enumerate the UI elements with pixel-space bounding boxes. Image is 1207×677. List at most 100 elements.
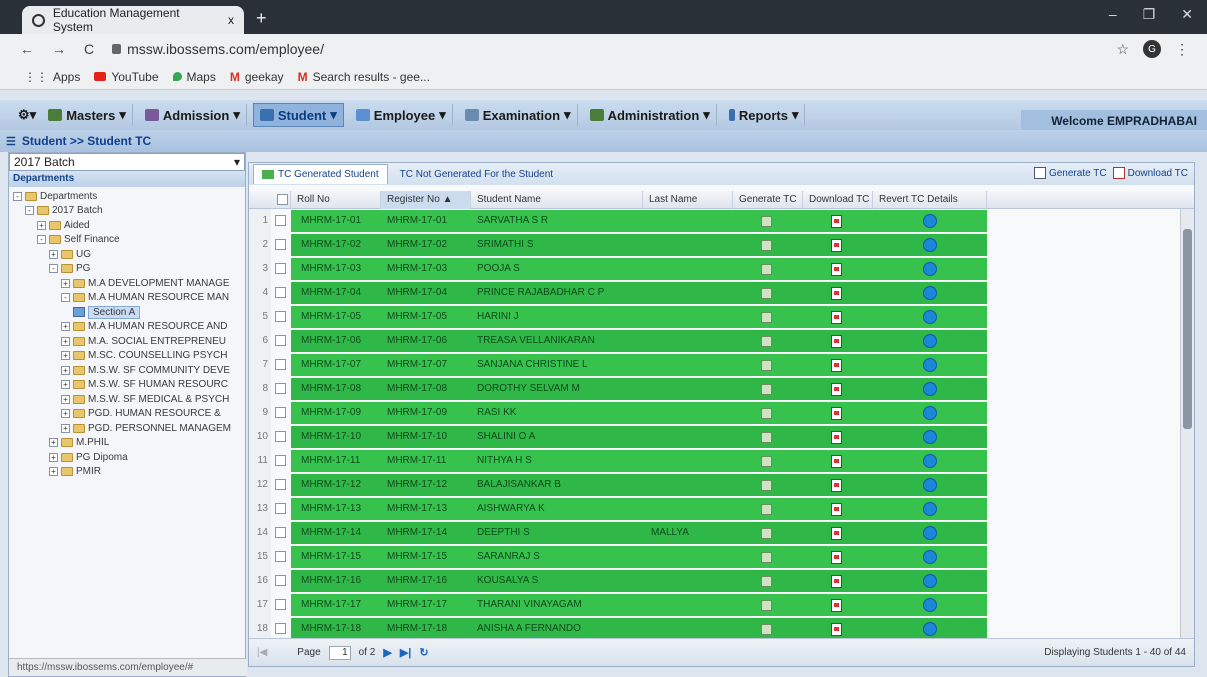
revert-tc-icon[interactable] [923, 286, 937, 300]
back-icon[interactable]: ← [20, 41, 34, 57]
col-roll-no[interactable]: Roll No [291, 191, 381, 209]
col-generate-tc[interactable]: Generate TC [733, 191, 803, 209]
menu-examination[interactable]: Examination ▾ [459, 104, 578, 126]
generate-tc-icon[interactable] [761, 504, 772, 515]
col-last-name[interactable]: Last Name [643, 191, 733, 209]
generate-tc-icon[interactable] [761, 552, 772, 563]
tree-node[interactable]: + PGD. PERSONNEL MANAGEM [9, 421, 245, 436]
revert-tc-icon[interactable] [923, 502, 937, 516]
settings-gear-icon[interactable]: ⚙▾ [18, 107, 36, 123]
generate-tc-icon[interactable] [761, 360, 772, 371]
url-field[interactable]: mssw.ibossems.com/employee/ [112, 41, 324, 57]
close-tab-icon[interactable]: x [228, 13, 234, 27]
menu-employee[interactable]: Employee ▾ [350, 104, 453, 126]
collapse-icon[interactable]: - [25, 206, 34, 216]
tree-node[interactable]: + M.S.W. SF HUMAN RESOURC [9, 378, 245, 393]
menu-masters[interactable]: Masters ▾ [42, 104, 133, 126]
generate-tc-icon[interactable] [761, 624, 772, 635]
revert-tc-icon[interactable] [923, 574, 937, 588]
tree-node[interactable]: - Self Finance [9, 233, 245, 248]
table-row[interactable]: 14 MHRM-17-14 MHRM-17-14 DEEPTHI S MALLYA [249, 521, 1194, 545]
download-tc-pdf-icon[interactable] [831, 383, 842, 396]
download-tc-pdf-icon[interactable] [831, 431, 842, 444]
row-checkbox[interactable] [275, 263, 286, 274]
generate-tc-icon[interactable] [761, 576, 772, 587]
collapse-icon[interactable]: - [49, 264, 58, 274]
row-checkbox[interactable] [275, 215, 286, 226]
revert-tc-icon[interactable] [923, 454, 937, 468]
download-tc-pdf-icon[interactable] [831, 263, 842, 276]
generate-tc-icon[interactable] [761, 432, 772, 443]
row-checkbox[interactable] [275, 455, 286, 466]
revert-tc-icon[interactable] [923, 430, 937, 444]
download-tc-button[interactable]: Download TC [1112, 167, 1188, 179]
tree-node[interactable]: + M.SC. COUNSELLING PSYCH [9, 349, 245, 364]
expand-icon[interactable]: + [49, 467, 58, 477]
collapse-icon[interactable]: - [37, 235, 46, 245]
download-tc-pdf-icon[interactable] [831, 479, 842, 492]
generate-tc-icon[interactable] [761, 456, 772, 467]
table-row[interactable]: 15 MHRM-17-15 MHRM-17-15 SARANRAJ S [249, 545, 1194, 569]
tree-node[interactable]: + M.S.W. SF MEDICAL & PSYCH [9, 392, 245, 407]
col-download-tc[interactable]: Download TC [803, 191, 873, 209]
forward-icon[interactable]: → [52, 41, 66, 57]
expand-icon[interactable]: + [49, 438, 58, 448]
revert-tc-icon[interactable] [923, 526, 937, 540]
row-checkbox[interactable] [275, 239, 286, 250]
expand-icon[interactable]: + [49, 452, 58, 462]
expand-icon[interactable]: + [61, 351, 70, 361]
generate-tc-icon[interactable] [761, 528, 772, 539]
table-row[interactable]: 5 MHRM-17-05 MHRM-17-05 HARINI J [249, 305, 1194, 329]
tree-node[interactable]: - 2017 Batch [9, 204, 245, 219]
row-checkbox[interactable] [275, 311, 286, 322]
table-row[interactable]: 2 MHRM-17-02 MHRM-17-02 SRIMATHI S [249, 233, 1194, 257]
batch-select[interactable]: 2017 Batch ▾ [9, 153, 245, 171]
col-student-name[interactable]: Student Name [471, 191, 643, 209]
tree-node[interactable]: + PG Dipoma [9, 450, 245, 465]
download-tc-pdf-icon[interactable] [831, 551, 842, 564]
download-tc-pdf-icon[interactable] [831, 215, 842, 228]
menu-administration[interactable]: Administration ▾ [584, 104, 717, 126]
revert-tc-icon[interactable] [923, 214, 937, 228]
download-tc-pdf-icon[interactable] [831, 503, 842, 516]
download-tc-pdf-icon[interactable] [831, 287, 842, 300]
row-checkbox[interactable] [275, 575, 286, 586]
table-row[interactable]: 1 MHRM-17-01 MHRM-17-01 SARVATHA S R [249, 209, 1194, 233]
generate-tc-icon[interactable] [761, 264, 772, 275]
generate-tc-icon[interactable] [761, 600, 772, 611]
select-all-checkbox[interactable] [271, 191, 291, 209]
expand-icon[interactable]: + [61, 423, 70, 433]
last-page-icon[interactable]: ▶| [400, 646, 412, 659]
tree-node[interactable]: - PG [9, 262, 245, 277]
generate-tc-icon[interactable] [761, 240, 772, 251]
row-checkbox[interactable] [275, 551, 286, 562]
revert-tc-icon[interactable] [923, 478, 937, 492]
generate-tc-icon[interactable] [761, 408, 772, 419]
expand-icon[interactable]: + [61, 394, 70, 404]
tree-node[interactable]: - Departments [9, 189, 245, 204]
download-tc-pdf-icon[interactable] [831, 239, 842, 252]
generate-tc-icon[interactable] [761, 288, 772, 299]
tree-node[interactable]: + M.A DEVELOPMENT MANAGE [9, 276, 245, 291]
download-tc-pdf-icon[interactable] [831, 407, 842, 420]
menu-student[interactable]: Student ▾ [252, 103, 344, 127]
generate-tc-button[interactable]: Generate TC [1033, 167, 1107, 179]
bookmark-apps[interactable]: ⋮⋮ Apps [24, 70, 80, 84]
tree-node[interactable]: + M.S.W. SF COMMUNITY DEVE [9, 363, 245, 378]
scroll-thumb[interactable] [1183, 229, 1192, 429]
tree-node[interactable]: + PGD. HUMAN RESOURCE & [9, 407, 245, 422]
tab-tc-generated[interactable]: TC Generated Student [253, 164, 388, 184]
revert-tc-icon[interactable] [923, 598, 937, 612]
row-checkbox[interactable] [275, 287, 286, 298]
expand-icon[interactable]: + [61, 278, 70, 288]
generate-tc-icon[interactable] [761, 312, 772, 323]
revert-tc-icon[interactable] [923, 550, 937, 564]
bookmark-youtube[interactable]: YouTube [94, 70, 159, 84]
revert-tc-icon[interactable] [923, 382, 937, 396]
table-row[interactable]: 17 MHRM-17-17 MHRM-17-17 THARANI VINAYAGAM [249, 593, 1194, 617]
table-row[interactable]: 4 MHRM-17-04 MHRM-17-04 PRINCE RAJABADHAR C… [249, 281, 1194, 305]
revert-tc-icon[interactable] [923, 622, 937, 636]
row-checkbox[interactable] [275, 431, 286, 442]
col-revert-tc[interactable]: Revert TC Details [873, 191, 987, 209]
download-tc-pdf-icon[interactable] [831, 311, 842, 324]
